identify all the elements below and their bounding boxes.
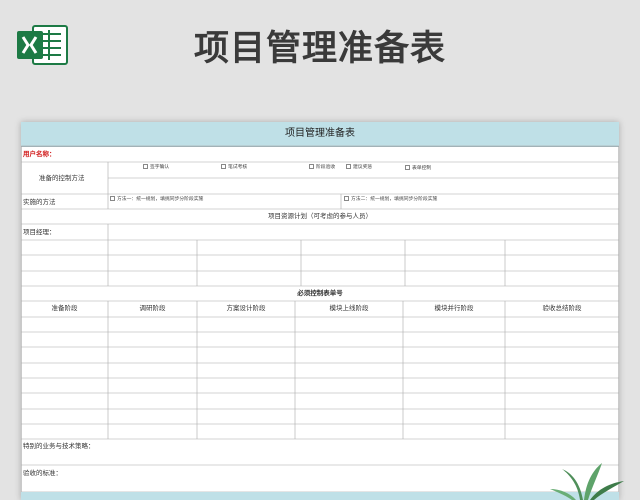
control-method-label: 准备的控制方法 [39,174,85,182]
stage-header-acceptance: 验收总结阶段 [542,304,582,312]
stage-header-research: 调研阶段 [139,304,166,312]
acceptance-standard-label: 验收的标准： [23,469,62,477]
checkbox-exam[interactable]: 笔试考核 [221,163,247,173]
checkbox-sign[interactable]: 签字确认 [143,163,169,173]
required-control-heading: 必须控制表单号 [297,289,343,297]
user-name-label: 用户名称： [23,150,56,158]
checkbox-stage-accept[interactable]: 阶段验收 [309,163,335,173]
stage-header-prepare: 准备阶段 [51,304,78,312]
method-one-option[interactable]: 方法一：统一规划，填挑同步分阶段实施 [110,195,203,205]
plant-decoration [550,463,624,500]
top-banner: 项目管理准备表 [0,0,640,95]
stage-header-launch: 模块上线阶段 [329,304,369,312]
method-two-option[interactable]: 方法二：统一规划，填挑同步分阶段实施 [344,195,437,205]
spreadsheet-sheet: 项目管理准备表 用户名称： 准备的控制方法 签字确认 笔试考核 阶段验收 建议奖… [21,122,619,500]
project-manager-label: 项目经理： [23,228,56,236]
sheet-footer-strip [21,492,619,500]
checkbox-form-control[interactable]: 表单控制 [405,164,431,174]
banner-title: 项目管理准备表 [193,29,446,69]
checkbox-reward[interactable]: 建议奖惩 [346,163,372,173]
stage-header-parallel: 模块并行阶段 [434,304,474,312]
resource-plan-heading: 项目资源计划（可考虑的参与人员） [268,212,372,220]
implement-method-label: 实施的方法 [23,198,56,206]
special-strategy-label: 特别的业务与技术策略： [23,442,95,450]
stage-header-design: 方案设计阶段 [226,304,266,312]
